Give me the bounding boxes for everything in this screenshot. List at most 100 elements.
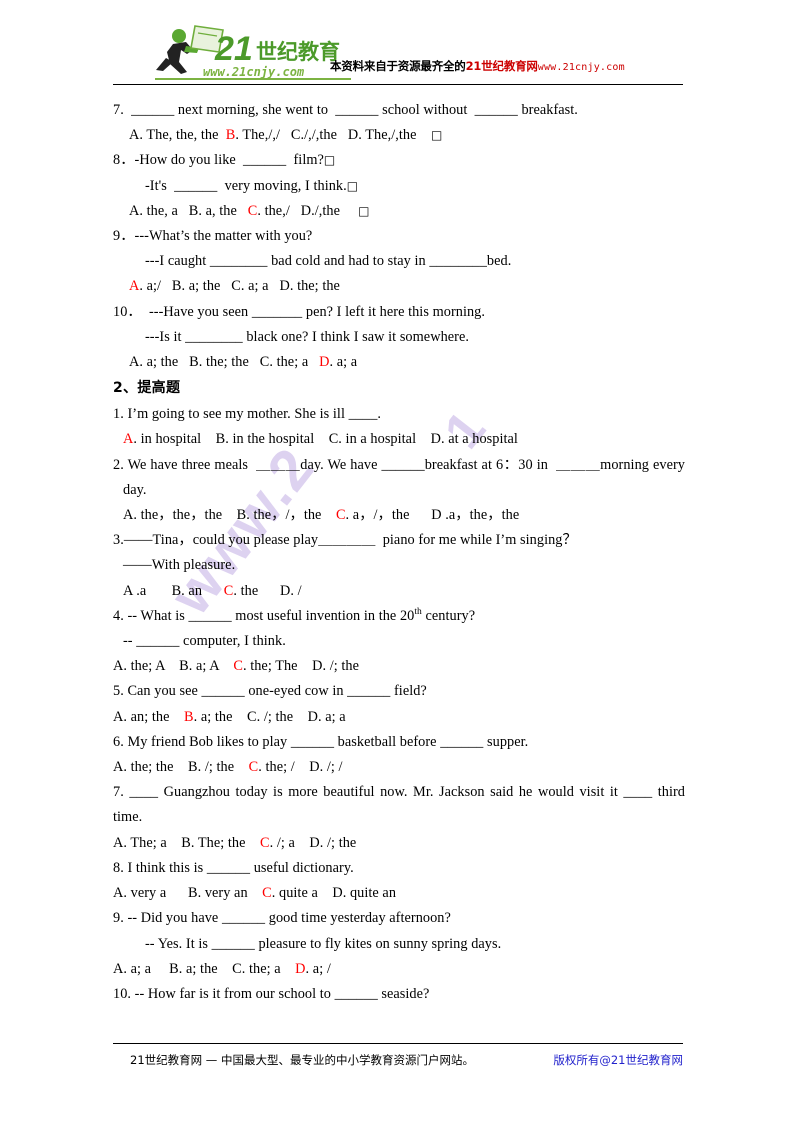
text-run: □ — [323, 153, 336, 168]
text-run: day. — [123, 481, 147, 498]
p4-stem2: -- ______ computer, I think. — [113, 629, 685, 654]
text-run: 7. ______ next morning, she went to ____… — [113, 102, 578, 118]
answer-key-letter: C — [248, 759, 259, 776]
logo-21cnjy-icon: 21 世纪教育 www.21cnjy.com — [155, 25, 351, 80]
text-run: A. the，the，the B. the，/，the — [123, 507, 336, 524]
text-run: 3.——Tina，could you please play＿＿＿＿ piano… — [113, 532, 577, 549]
answer-key-letter: C — [233, 658, 243, 675]
text-run: A. an; the — [113, 708, 184, 725]
text-run: 6. My friend Bob likes to play ______ ba… — [113, 733, 529, 750]
text-run: . the; The D. /; the — [242, 658, 359, 675]
answer-key-letter: D — [319, 354, 330, 371]
p1-stem: 1. I’m going to see my mother. She is il… — [113, 402, 685, 427]
text-run: 8．-How do you like ______ film? — [113, 152, 324, 169]
answer-key-letter: C — [223, 582, 234, 599]
text-run: . the; / D. /; / — [258, 759, 343, 776]
text-run: . a; the C. /; the D. a; a — [193, 708, 346, 725]
text-run: . a; / — [305, 960, 331, 977]
svg-text:www.21cnjy.com: www.21cnjy.com — [203, 65, 305, 79]
text-run: A. the; A B. a; A — [113, 658, 234, 675]
text-run: . a;/ B. a; the C. a; a D. the; the — [139, 278, 340, 295]
page-footer: 21世纪教育网 — 中国最大型、最专业的中小学教育资源门户网站。 版权所有@21… — [113, 1052, 683, 1074]
tagline-url-text: www.21cnjy.com — [537, 62, 625, 73]
page-header: 21 世纪教育 www.21cnjy.com 本资料来自于资源最齐全的21世纪教… — [113, 22, 683, 84]
text-run: . The,/,/ C./,/,the D. The,/,the — [235, 127, 431, 144]
p6-options: A. the; the B. /; the C. the; / D. /; / — [113, 755, 685, 780]
q10-options: A. a; the B. the; the C. the; a D. a; a — [113, 350, 685, 375]
p3-stem2: ——With pleasure. — [113, 553, 685, 578]
q10-stem2: ---Is it ________ black one? I think I s… — [113, 325, 685, 350]
answer-key-letter: C — [335, 507, 346, 524]
p3-stem: 3.——Tina，could you please play＿＿＿＿ piano… — [113, 528, 685, 553]
answer-key-letter: C — [262, 885, 272, 902]
p2-stem: 2. We have three meals ＿＿＿day. We have _… — [113, 453, 685, 478]
text-run: 10. -- How far is it from our school to … — [113, 985, 430, 1002]
text-run: □ — [430, 128, 443, 143]
footer-divider — [113, 1043, 683, 1044]
footer-copyright-link[interactable]: 版权所有@21世纪教育网 — [553, 1052, 683, 1068]
text-run: □ — [346, 178, 359, 193]
q8-options: A. the, a B. a, the C. the,/ D./,the □ — [113, 199, 685, 224]
svg-text:世纪教育: 世纪教育 — [256, 40, 340, 64]
answer-key-letter: B — [225, 127, 236, 144]
p4-stem: 4. -- What is ______ most useful inventi… — [113, 604, 685, 629]
p9-stem: 9. -- Did you have ______ good time yest… — [113, 906, 685, 931]
answer-key-letter: A — [123, 431, 134, 448]
p7-options: A. The; a B. The; the C. /; a D. /; the — [113, 831, 685, 856]
text-run: . the D. / — [233, 582, 302, 599]
text-run: A. the, a B. a, the — [129, 202, 248, 219]
text-run: . the,/ D./,the — [257, 202, 359, 219]
text-run: A .a B. an — [123, 582, 224, 599]
q7-stem: 7. ______ next morning, she went to ____… — [113, 98, 685, 123]
text-run: A. a; a B. a; the C. the; a — [113, 960, 296, 977]
p1-options: A. in hospital B. in the hospital C. in … — [113, 427, 685, 452]
text-run: 10． ---Have you seen _______ pen? I left… — [113, 303, 485, 320]
text-run: ---I caught ________ bad cold and had to… — [145, 253, 512, 270]
text-run: ---Is it ________ black one? I think I s… — [145, 328, 469, 345]
p2-options: A. the，the，the B. the，/，the C. a，/，the D… — [113, 503, 685, 528]
text-run: 9．---What’s the matter with you? — [113, 228, 313, 245]
text-run: 5. Can you see ______ one-eyed cow in __… — [113, 683, 427, 700]
text-run: 7. ____ Guangzhou today is more beautifu… — [113, 784, 685, 801]
tagline-black-text: 本资料来自于资源最齐全的 — [330, 59, 466, 73]
q9-stem: 9．---What’s the matter with you? — [113, 224, 685, 249]
p2-stem2: day. — [113, 478, 685, 503]
q9-options: A. a;/ B. a; the C. a; a D. the; the — [113, 274, 685, 299]
text-run: ——With pleasure. — [123, 557, 236, 574]
p8-stem: 8. I think this is ______ useful diction… — [113, 856, 685, 881]
q8-stem: 8．-How do you like ______ film?□ — [113, 148, 685, 173]
text-run: th — [414, 607, 422, 618]
text-run: . in hospital B. in the hospital C. in a… — [133, 431, 518, 448]
text-run: □ — [358, 203, 370, 218]
text-run: 2. We have three meals ＿＿＿day. We have _… — [113, 456, 685, 473]
p9-options: A. a; a B. a; the C. the; a D. a; / — [113, 957, 685, 982]
text-run: -- ______ computer, I think. — [123, 633, 286, 650]
p7-stem: 7. ____ Guangzhou today is more beautifu… — [113, 780, 685, 805]
q9-stem2: ---I caught ________ bad cold and had to… — [113, 249, 685, 274]
answer-key-letter: C — [247, 202, 258, 219]
text-run: . a，/，the D .a，the，the — [345, 507, 520, 524]
header-divider — [113, 84, 683, 85]
text-run: -It's ______ very moving, I think. — [145, 177, 347, 194]
text-run: A. the; the B. /; the — [113, 759, 249, 776]
basic-questions-block: 7. ______ next morning, she went to ____… — [113, 98, 685, 375]
p10-stem: 10. -- How far is it from our school to … — [113, 982, 685, 1007]
answer-key-letter: C — [260, 834, 270, 851]
p7-stem2: time. — [113, 805, 685, 830]
header-tagline: 本资料来自于资源最齐全的21世纪教育网www.21cnjy.com — [330, 58, 625, 74]
q7-options: A. The, the, the B. The,/,/ C./,/,the D.… — [113, 123, 685, 148]
text-run: -- Yes. It is ______ pleasure to fly kit… — [145, 935, 502, 952]
q10-stem: 10． ---Have you seen _______ pen? I left… — [113, 300, 685, 325]
p4-options: A. the; A B. a; A C. the; The D. /; the — [113, 654, 685, 679]
q8-stem2: -It's ______ very moving, I think.□ — [113, 174, 685, 199]
text-run: 8. I think this is ______ useful diction… — [113, 859, 354, 876]
p3-options: A .a B. an C. the D. / — [113, 579, 685, 604]
text-run: 9. -- Did you have ______ good time yest… — [113, 910, 451, 927]
document-page: 21 世纪教育 www.21cnjy.com 本资料来自于资源最齐全的21世纪教… — [0, 0, 794, 1123]
text-run: 4. -- What is ______ most useful inventi… — [113, 607, 415, 624]
text-run: A. The; a B. The; the — [113, 834, 260, 851]
document-body: 7. ______ next morning, she went to ____… — [113, 98, 685, 1007]
text-run: A. a; the B. the; the C. the; a — [129, 354, 320, 371]
text-run: time. — [113, 809, 143, 826]
text-run: A. The, the, the — [129, 127, 226, 144]
